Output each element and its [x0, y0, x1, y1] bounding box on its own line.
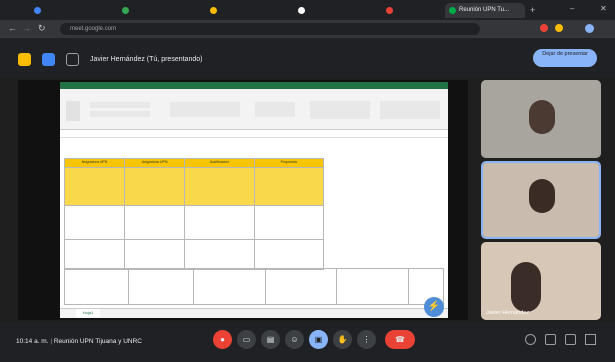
table-cell[interactable] — [336, 268, 410, 305]
table-cell[interactable] — [124, 205, 186, 240]
alignment-tools[interactable] — [170, 102, 240, 117]
action-fab-button[interactable]: ⚡ — [424, 297, 444, 317]
browser-tab[interactable] — [30, 3, 115, 18]
table-cell[interactable] — [63, 268, 130, 305]
column-header: Propuesta — [253, 158, 325, 168]
meeting-time: 10:14 a. m. — [16, 338, 49, 345]
hand-icon: ✋ — [337, 335, 348, 344]
docs-icon[interactable] — [18, 53, 31, 66]
excel-title-bar — [60, 82, 448, 89]
sheet-tab[interactable]: Hoja1 — [76, 309, 100, 317]
browser-tab[interactable] — [206, 3, 291, 18]
end-call-button[interactable]: ☎ — [385, 330, 415, 349]
favicon-icon — [386, 7, 393, 14]
camera-toggle-button[interactable]: ▭ — [237, 330, 256, 349]
table-cell[interactable] — [124, 239, 186, 270]
camera-icon: ▭ — [242, 335, 251, 344]
browser-tab[interactable] — [294, 3, 379, 18]
meet-favicon-icon — [449, 7, 456, 14]
browser-tab[interactable] — [382, 3, 442, 18]
table-cell[interactable] — [264, 268, 338, 305]
info-icon[interactable] — [525, 334, 536, 345]
presenter-label: Javier Hernández (Tú, presentando) — [90, 56, 203, 63]
window-minimize-icon[interactable]: – — [570, 4, 574, 13]
people-icon[interactable] — [545, 334, 556, 345]
slides-icon[interactable] — [42, 53, 55, 66]
browser-tab-active[interactable]: Reunión UPN Tu... — [445, 3, 525, 18]
extension-icon[interactable] — [555, 24, 563, 32]
number-format-tools[interactable] — [255, 102, 295, 117]
participant-name: Javier Hernández — [486, 310, 530, 316]
reload-icon[interactable]: ↻ — [38, 23, 46, 34]
mic-toggle-button[interactable]: ● — [213, 330, 232, 349]
excel-menu-tabs — [60, 89, 448, 97]
back-icon[interactable]: ← — [8, 23, 17, 33]
participant-tile-active[interactable] — [481, 161, 601, 239]
present-button[interactable]: ▣ — [309, 330, 328, 349]
mic-off-icon: ● — [220, 335, 225, 344]
excel-ribbon — [60, 97, 448, 130]
table-cell[interactable] — [63, 239, 126, 270]
favicon-icon — [298, 7, 305, 14]
participant-tile[interactable] — [481, 80, 601, 158]
chat-icon[interactable] — [565, 334, 576, 345]
spreadsheet-grid: Asignatura UPN Asignatura UPN Justificac… — [63, 158, 325, 270]
column-header: Asignatura UPN — [124, 158, 186, 168]
table-cell[interactable] — [184, 239, 255, 270]
font-select[interactable] — [90, 102, 150, 108]
styles-tools[interactable] — [310, 101, 370, 119]
table-cell[interactable] — [192, 268, 266, 305]
profile-avatar[interactable] — [585, 24, 594, 33]
browser-tab-bar: Reunión UPN Tu... + – ✕ — [0, 0, 615, 20]
column-header: Asignatura UPN — [63, 158, 126, 168]
presentation-screen-icon — [66, 53, 79, 66]
table-cell[interactable] — [253, 167, 325, 206]
table-cell[interactable] — [253, 239, 325, 270]
meeting-name: Reunión UPN Tijuana y UNRC — [53, 338, 142, 345]
captions-icon: ▤ — [266, 335, 275, 344]
excel-window: Asignatura UPN Asignatura UPN Justificac… — [60, 82, 448, 318]
table-cell[interactable] — [63, 167, 126, 206]
forward-icon[interactable]: → — [22, 23, 31, 33]
table-cell[interactable] — [253, 205, 325, 240]
browser-tab[interactable] — [118, 3, 203, 18]
emoji-icon: ☺ — [290, 335, 299, 344]
participant-silhouette — [529, 100, 555, 134]
formula-bar[interactable] — [60, 130, 448, 138]
paste-icon[interactable] — [66, 101, 80, 121]
favicon-icon — [122, 7, 129, 14]
sheet-tab-bar — [60, 308, 448, 318]
table-cell[interactable] — [128, 268, 194, 305]
participant-silhouette — [511, 262, 541, 312]
captions-button[interactable]: ▤ — [261, 330, 280, 349]
favicon-icon — [210, 7, 217, 14]
more-icon: ⋮ — [362, 335, 371, 344]
participant-silhouette — [529, 179, 555, 213]
column-header: Justificación — [184, 158, 255, 168]
activities-icon[interactable] — [585, 334, 596, 345]
participant-tile[interactable]: Javier Hernández — [481, 242, 601, 320]
font-format-tools[interactable] — [90, 111, 150, 117]
address-input[interactable]: meet.google.com — [60, 23, 480, 35]
table-cell[interactable] — [63, 205, 126, 240]
editing-tools[interactable] — [380, 101, 440, 119]
emoji-button[interactable]: ☺ — [285, 330, 304, 349]
table-cell[interactable] — [184, 205, 255, 240]
raise-hand-button[interactable]: ✋ — [333, 330, 352, 349]
window-close-icon[interactable]: ✕ — [600, 4, 607, 13]
more-options-button[interactable]: ⋮ — [357, 330, 376, 349]
favicon-icon — [34, 7, 41, 14]
lightning-icon: ⚡ — [427, 301, 441, 312]
table-cell[interactable] — [124, 167, 186, 206]
table-cell[interactable] — [184, 167, 255, 206]
meeting-info: 10:14 a. m. | Reunión UPN Tijuana y UNRC — [16, 338, 142, 345]
extension-icon[interactable] — [540, 24, 548, 32]
present-icon: ▣ — [314, 335, 323, 344]
end-call-icon: ☎ — [395, 335, 405, 344]
participant-video — [481, 242, 601, 320]
new-tab-button[interactable]: + — [530, 5, 535, 15]
spreadsheet-grid-lower — [63, 268, 444, 305]
stop-presenting-button[interactable]: Dejar de presentar — [533, 49, 597, 67]
